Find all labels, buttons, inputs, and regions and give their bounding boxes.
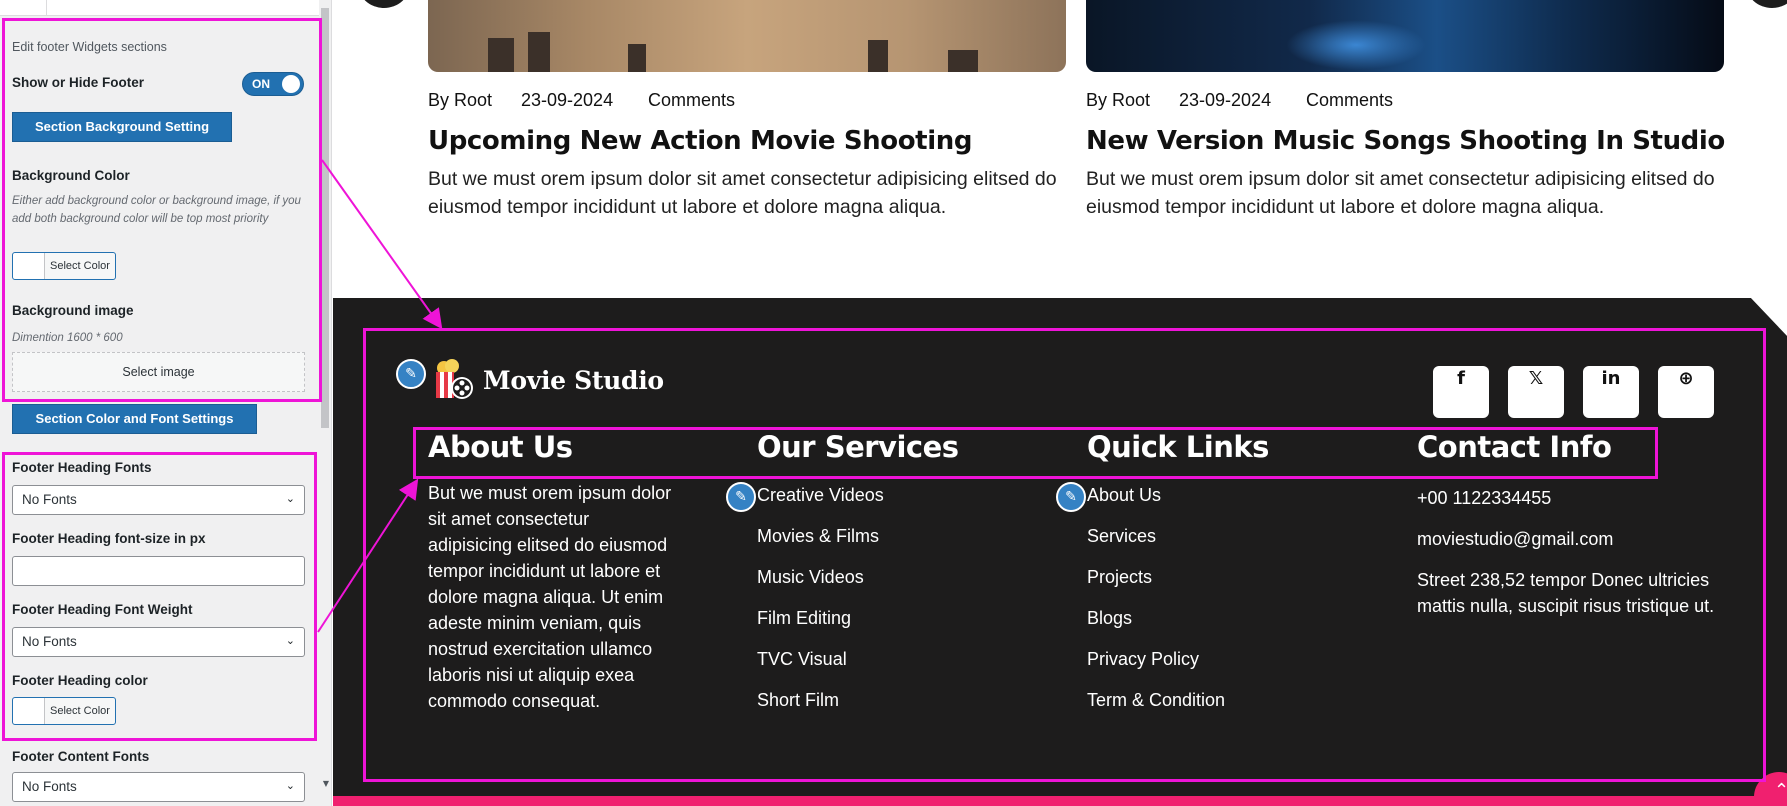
carousel-next-button[interactable] (1746, 0, 1787, 8)
post-excerpt: But we must orem ipsum dolor sit amet co… (1086, 168, 1715, 218)
scroll-down-arrow-icon[interactable]: ▼ (323, 779, 329, 788)
annotation-frame-headings (413, 427, 1658, 479)
chevron-down-icon: ⌄ (285, 780, 295, 792)
post-date: 23-09-2024 (1179, 90, 1272, 110)
post-comments[interactable]: Comments (648, 90, 735, 111)
panel-header-strip (0, 0, 320, 16)
post-author[interactable]: By Root (428, 90, 492, 111)
carousel-prev-button[interactable] (358, 0, 410, 8)
section-color-font-settings-button[interactable]: Section Color and Font Settings (12, 404, 257, 434)
post-image-action-movie[interactable] (428, 0, 1066, 72)
panel-scrollbar-thumb[interactable] (321, 8, 329, 428)
post-title[interactable]: Upcoming New Action Movie Shooting (428, 126, 972, 156)
post-comments[interactable]: Comments (1306, 90, 1393, 111)
post-image-music-studio[interactable] (1086, 0, 1724, 72)
select-value: No Fonts (22, 779, 77, 794)
annotation-frame-footer (363, 328, 1766, 782)
footer-content-fonts-select[interactable]: No Fonts ⌄ (12, 772, 305, 802)
post-title[interactable]: New Version Music Songs Shooting In Stud… (1086, 126, 1725, 156)
annotation-frame-background-settings (2, 18, 322, 402)
post-date: 23-09-2024 (521, 90, 614, 110)
post-excerpt: But we must orem ipsum dolor sit amet co… (428, 168, 1057, 218)
post-author[interactable]: By Root (1086, 90, 1150, 111)
footer-content-fonts-label: Footer Content Fonts (12, 749, 150, 764)
footer-bottom-bar (333, 796, 1787, 806)
annotation-frame-heading-settings (2, 452, 317, 741)
